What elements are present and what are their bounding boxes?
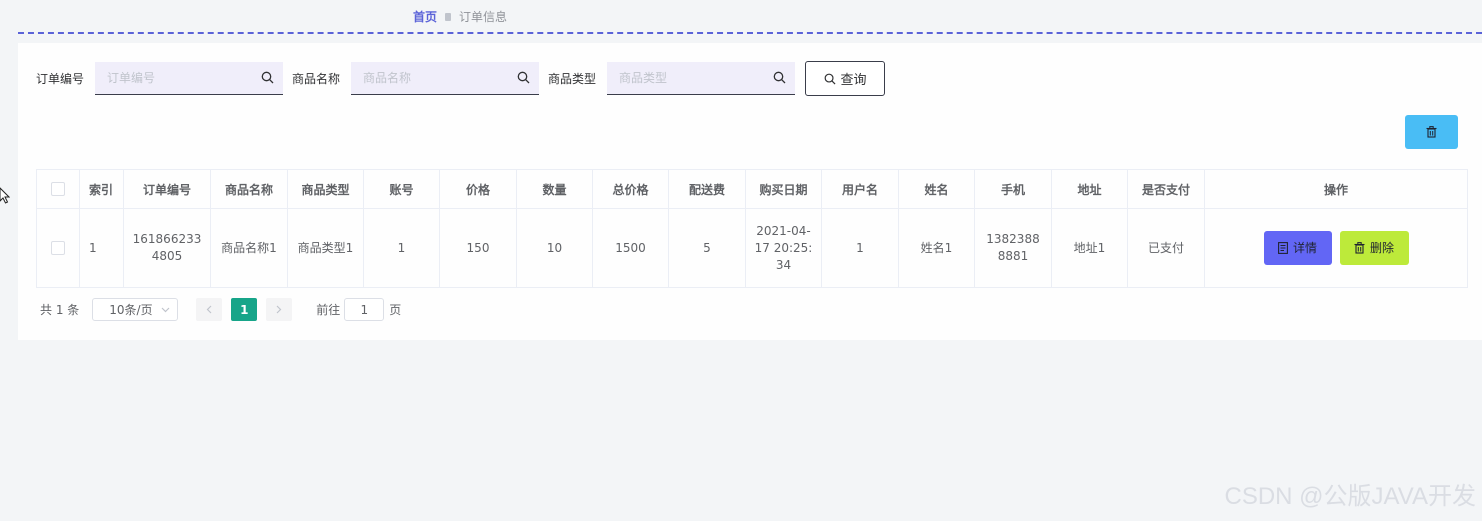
- page-number-1[interactable]: 1: [231, 298, 258, 321]
- cell-purchase-date: 2021-04-17 20:25:34: [745, 208, 822, 288]
- next-page-button[interactable]: [266, 298, 293, 321]
- header-paid: 是否支付: [1127, 169, 1205, 209]
- select-all-cell: [36, 169, 80, 209]
- header-name: 姓名: [898, 169, 975, 209]
- header-purchase-date: 购买日期: [745, 169, 822, 209]
- breadcrumb: 首页 订单信息: [413, 8, 507, 25]
- delete-button-label: 删除: [1369, 240, 1394, 255]
- cell-order-no: 1618662334805: [123, 208, 211, 288]
- product-name-field: [351, 62, 540, 95]
- header-actions: 操作: [1204, 169, 1468, 209]
- goto-suffix: 页: [389, 303, 402, 317]
- mouse-cursor-icon: [0, 187, 10, 204]
- product-type-field: [607, 62, 796, 95]
- cell-total-price: 1500: [592, 208, 669, 288]
- goto-prefix: 前往: [316, 303, 341, 317]
- header-account: 账号: [363, 169, 440, 209]
- order-table: 索引 订单编号 商品名称 商品类型 账号 价格 数量 总价格 配送费 购买日期 …: [36, 169, 1468, 288]
- prev-page-button[interactable]: [196, 298, 223, 321]
- chevron-left-icon: [206, 305, 212, 314]
- search-icon: [773, 71, 786, 84]
- cell-address: 地址1: [1051, 208, 1128, 288]
- search-form: 订单编号 商品名称 商品类型 查询: [36, 61, 886, 96]
- watermark: CSDN @公版JAVA开发: [1224, 483, 1477, 510]
- search-icon: [517, 71, 530, 84]
- header-price: 价格: [439, 169, 517, 209]
- header-index: 索引: [79, 169, 124, 209]
- row-checkbox[interactable]: [51, 241, 65, 255]
- header-order-no: 订单编号: [123, 169, 211, 209]
- bulk-delete-button[interactable]: [1405, 115, 1458, 149]
- pagination-total: 共 1 条: [40, 303, 80, 317]
- row-actions: 详情 删除: [1205, 231, 1467, 265]
- order-no-label: 订单编号: [36, 72, 85, 86]
- cell-index: 1: [79, 208, 124, 288]
- table-header-row: 索引 订单编号 商品名称 商品类型 账号 价格 数量 总价格 配送费 购买日期 …: [36, 169, 1468, 209]
- order-no-input[interactable]: [95, 62, 284, 94]
- cell-name: 姓名1: [898, 208, 975, 288]
- cell-account: 1: [363, 208, 440, 288]
- goto-page: 前往 页: [316, 298, 401, 321]
- cell-quantity: 10: [516, 208, 593, 288]
- search-icon: [261, 71, 274, 84]
- chevron-down-icon: [161, 307, 170, 312]
- goto-page-input[interactable]: [344, 298, 385, 321]
- header-username: 用户名: [821, 169, 899, 209]
- product-type-label: 商品类型: [548, 72, 597, 86]
- breadcrumb-home[interactable]: 首页: [413, 8, 437, 25]
- order-no-field: [95, 62, 284, 95]
- detail-button[interactable]: 详情: [1263, 231, 1332, 265]
- product-name-input[interactable]: [351, 62, 540, 94]
- detail-button-label: 详情: [1292, 240, 1317, 255]
- cell-username: 1: [821, 208, 899, 288]
- cell-actions: 详情 删除: [1204, 208, 1468, 288]
- header-phone: 手机: [974, 169, 1052, 209]
- pagination: 共 1 条 10条/页 1 前往 页: [40, 298, 401, 321]
- header-delivery-fee: 配送费: [668, 169, 746, 209]
- chevron-right-icon: [276, 305, 282, 314]
- cell-product-name: 商品名称1: [210, 208, 288, 288]
- page-size-value: 10条/页: [109, 303, 153, 317]
- header-product-name: 商品名称: [210, 169, 288, 209]
- header-divider: [18, 32, 1482, 34]
- cell-phone: 13823888881: [974, 208, 1052, 288]
- cell-product-type: 商品类型1: [287, 208, 364, 288]
- query-button[interactable]: 查询: [805, 61, 886, 96]
- cell-delivery-fee: 5: [668, 208, 746, 288]
- product-name-label: 商品名称: [292, 72, 341, 86]
- cell-price: 150: [439, 208, 517, 288]
- product-type-input[interactable]: [607, 62, 796, 94]
- table-row: 1 1618662334805 商品名称1 商品类型1 1 150 10 150…: [36, 208, 1468, 288]
- search-icon: [824, 73, 836, 85]
- row-select-cell: [36, 208, 80, 288]
- page-size-select[interactable]: 10条/页: [92, 298, 179, 321]
- header-total-price: 总价格: [592, 169, 669, 209]
- trash-icon: [1354, 242, 1365, 254]
- delete-button[interactable]: 删除: [1339, 231, 1409, 265]
- breadcrumb-separator-icon: [445, 12, 452, 21]
- cell-paid: 已支付: [1127, 208, 1205, 288]
- document-icon: [1278, 242, 1288, 254]
- header-address: 地址: [1051, 169, 1128, 209]
- query-button-label: 查询: [840, 73, 867, 88]
- header-product-type: 商品类型: [287, 169, 364, 209]
- header-quantity: 数量: [516, 169, 593, 209]
- breadcrumb-current: 订单信息: [459, 10, 508, 24]
- trash-icon: [1426, 126, 1437, 138]
- main-panel: 订单编号 商品名称 商品类型 查询: [18, 43, 1482, 340]
- select-all-checkbox[interactable]: [51, 182, 65, 197]
